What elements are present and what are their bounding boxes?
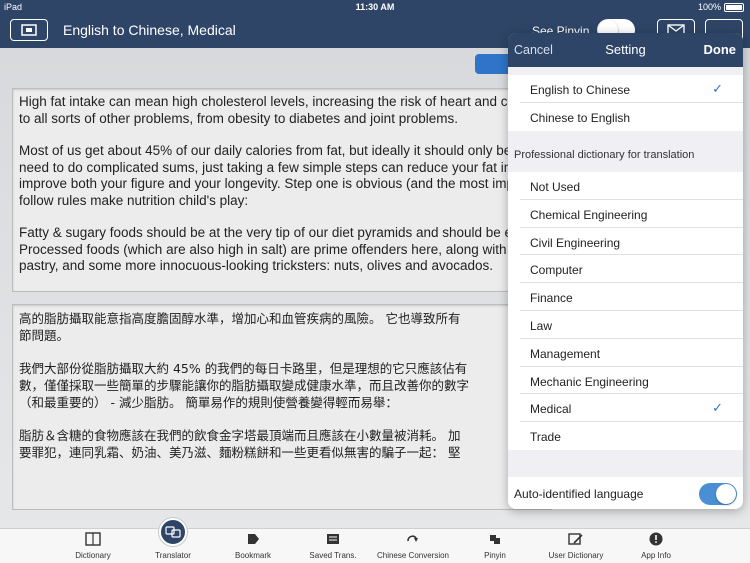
popover-header: Cancel Setting Done <box>508 33 743 67</box>
option-label: Law <box>530 318 553 333</box>
tab-label: Translator <box>155 551 191 560</box>
tab-label: Pinyin <box>484 551 506 560</box>
book-icon <box>85 532 101 546</box>
option-label: Trade <box>530 430 561 445</box>
tab-label: Dictionary <box>75 551 111 560</box>
dictionary-option-trade[interactable]: Trade <box>520 422 743 450</box>
option-label: Finance <box>530 291 573 306</box>
clock: 11:30 AM <box>355 2 395 12</box>
dictionary-section-header: Professional dictionary for translation <box>514 149 695 161</box>
translate-icon <box>165 526 181 538</box>
dictionary-option-computer[interactable]: Computer <box>520 255 743 284</box>
pinyin-icon <box>490 535 500 544</box>
option-label: Mechanic Engineering <box>530 374 649 389</box>
option-label: Medical <box>530 402 572 417</box>
tab-label: App Info <box>641 551 671 560</box>
dictionary-option-not-used[interactable]: Not Used <box>520 172 743 200</box>
direction-list: English to Chinese ✓ Chinese to English <box>508 75 743 131</box>
option-label: Civil Engineering <box>530 235 621 250</box>
check-icon: ✓ <box>712 400 723 416</box>
bookmark-icon <box>248 534 259 544</box>
option-label: Chinese to English <box>530 110 631 125</box>
auto-identify-label: Auto-identified language <box>514 487 644 501</box>
battery-indicator: 100% <box>698 2 744 12</box>
user-dictionary-icon <box>568 533 583 545</box>
saved-icon <box>327 534 339 544</box>
tab-pinyin[interactable]: Pinyin <box>455 529 535 563</box>
battery-icon <box>724 2 744 12</box>
source-text-box[interactable]: High fat intake can mean high cholestero… <box>12 88 552 292</box>
source-paragraph: High fat intake can mean high cholestero… <box>19 94 551 126</box>
tab-saved-translations[interactable]: Saved Trans. <box>293 529 373 563</box>
dictionary-option-medical[interactable]: Medical ✓ <box>520 394 743 423</box>
translator-active-button[interactable] <box>159 518 187 546</box>
check-icon: ✓ <box>712 81 723 96</box>
tab-bookmark[interactable]: Bookmark <box>213 529 293 563</box>
status-bar: iPad 11:30 AM 100% <box>0 0 750 14</box>
conversion-icon <box>407 535 418 542</box>
info-icon <box>649 532 663 546</box>
tab-user-dictionary[interactable]: User Dictionary <box>536 529 616 563</box>
page-title: English to Chinese, Medical <box>63 22 236 38</box>
tab-bar: Dictionary Translator Bookmark Saved Tra… <box>0 528 750 563</box>
dictionary-option-civil-engineering[interactable]: Civil Engineering <box>520 228 743 256</box>
battery-percent: 100% <box>697 2 721 12</box>
tab-label: Bookmark <box>234 551 271 560</box>
direction-option-chinese-to-english[interactable]: Chinese to English <box>520 103 743 131</box>
switch-knob <box>716 484 736 504</box>
dictionary-option-law[interactable]: Law <box>520 311 743 339</box>
translation-paragraph: 高的脂肪攝取能意指高度膽固醇水準，增加心和血管疾病的風險。 它也導致所有 節問題… <box>19 311 461 343</box>
source-paragraph: Fatty & sugary foods should be at the ve… <box>19 225 551 273</box>
dictionary-option-management[interactable]: Management <box>520 339 743 367</box>
option-label: Computer <box>530 263 583 278</box>
translation-paragraph: 我們大部份從脂肪攝取大約 45% 的我們的每日卡路里，但是理想的它只應該佔有 數… <box>19 361 470 410</box>
translation-paragraph: 脂肪＆含糖的食物應該在我們的飲食金字塔最頂端而且應該在小數量被消耗。 加 要罪犯… <box>19 428 461 460</box>
done-button[interactable]: Done <box>704 42 737 57</box>
dictionary-option-chemical-engineering[interactable]: Chemical Engineering <box>520 200 743 228</box>
tab-label: User Dictionary <box>548 551 604 560</box>
tab-dictionary[interactable]: Dictionary <box>53 529 133 563</box>
home-icon <box>21 24 37 36</box>
option-label: Chemical Engineering <box>530 207 648 222</box>
settings-popover: Cancel Setting Done English to Chinese ✓… <box>508 33 743 509</box>
dictionary-option-finance[interactable]: Finance <box>520 283 743 311</box>
translation-text-box[interactable]: 高的脂肪攝取能意指高度膽固醇水準，增加心和血管疾病的風險。 它也導致所有 節問題… <box>12 304 552 510</box>
tab-chinese-conversion[interactable]: Chinese Conversion <box>373 529 453 563</box>
auto-identify-switch[interactable] <box>699 483 737 505</box>
home-button[interactable] <box>10 19 48 41</box>
option-label: Not Used <box>530 180 581 194</box>
tab-label: Saved Trans. <box>309 551 357 560</box>
dictionary-option-mechanic-engineering[interactable]: Mechanic Engineering <box>520 367 743 395</box>
option-label: Management <box>530 346 601 361</box>
auto-identify-row: Auto-identified language <box>508 477 743 509</box>
dictionary-list: Not Used Chemical Engineering Civil Engi… <box>508 172 743 450</box>
tab-label: Chinese Conversion <box>376 551 450 560</box>
option-label: English to Chinese <box>530 83 631 97</box>
source-paragraph: Most of us get about 45% of our daily ca… <box>19 143 551 208</box>
tab-app-info[interactable]: App Info <box>616 529 696 563</box>
direction-option-english-to-chinese[interactable]: English to Chinese ✓ <box>520 75 743 103</box>
